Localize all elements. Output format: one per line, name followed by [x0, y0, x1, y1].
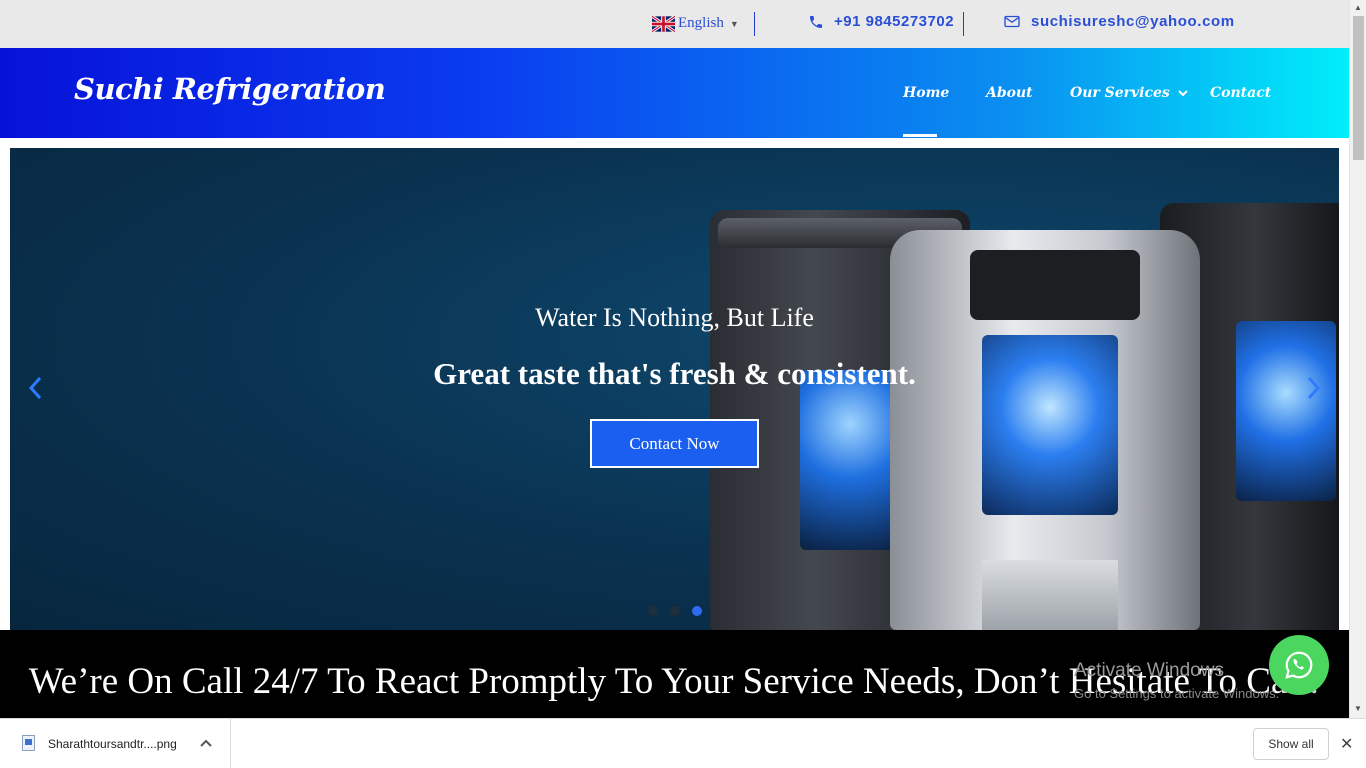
nav-active-indicator: [903, 134, 937, 137]
show-all-button[interactable]: Show all: [1253, 728, 1329, 760]
site-header: Suchi Refrigeration Home About Our Servi…: [0, 48, 1349, 138]
download-file-name: Sharathtoursandtr....png: [48, 737, 177, 751]
nav-contact[interactable]: Contact: [1210, 48, 1271, 138]
chevron-down-icon: [1178, 90, 1188, 97]
slide-caption: Water Is Nothing, But Life Great taste t…: [10, 148, 1339, 630]
phone-icon: [810, 15, 822, 28]
nav-home-label: Home: [903, 85, 950, 101]
divider: [754, 12, 755, 36]
chevron-up-icon[interactable]: [200, 739, 212, 747]
activate-windows-title: Activate Windows: [1074, 660, 1224, 681]
nav-contact-label: Contact: [1210, 85, 1272, 101]
phone-link[interactable]: +91 9845273702: [808, 13, 954, 30]
whatsapp-button[interactable]: [1269, 635, 1329, 695]
uk-flag-icon: [652, 15, 675, 32]
envelope-icon: [1004, 15, 1020, 28]
hero-slider: Water Is Nothing, But Life Great taste t…: [10, 148, 1339, 630]
scroll-up-icon[interactable]: ▲: [1354, 3, 1362, 12]
whatsapp-icon: [1285, 651, 1313, 679]
slider-dot-1[interactable]: [648, 606, 658, 616]
text-cursor: [963, 12, 964, 36]
browser-viewport: English ▼ +91 9845273702 suchisureshc@ya…: [0, 0, 1366, 768]
email-link[interactable]: suchisureshc@yahoo.com: [1004, 13, 1235, 30]
slide-subtitle: Water Is Nothing, But Life: [535, 303, 814, 332]
slider-next-button[interactable]: [1299, 373, 1329, 403]
nav-about[interactable]: About: [986, 48, 1033, 138]
nav-about-label: About: [986, 85, 1033, 101]
nav-home[interactable]: Home: [903, 48, 949, 138]
nav-our-services[interactable]: Our Services: [1070, 48, 1188, 138]
email-address: suchisureshc@yahoo.com: [1031, 13, 1235, 30]
downloads-bar: Sharathtoursandtr....png Show all ✕: [0, 718, 1366, 768]
slider-prev-button[interactable]: [20, 373, 50, 403]
slider-dot-3[interactable]: [692, 606, 702, 616]
chevron-right-icon: [1307, 376, 1321, 400]
scroll-thumb[interactable]: [1353, 16, 1364, 160]
scroll-down-icon[interactable]: ▼: [1354, 704, 1362, 713]
language-label: English: [678, 15, 724, 31]
download-item[interactable]: Sharathtoursandtr....png: [0, 719, 231, 768]
page-scrollbar[interactable]: ▲ ▼: [1349, 0, 1366, 718]
slider-indicators: [648, 606, 702, 616]
close-icon[interactable]: ✕: [1340, 734, 1353, 754]
service-banner: We’re On Call 24/7 To React Promptly To …: [0, 630, 1349, 718]
image-file-icon: [22, 735, 35, 751]
brand-logo[interactable]: Suchi Refrigeration: [74, 72, 386, 106]
phone-number: +91 9845273702: [834, 13, 955, 30]
slide-headline: Great taste that's fresh & consistent.: [433, 356, 916, 391]
nav-our-services-label: Our Services: [1070, 85, 1170, 101]
language-selector[interactable]: English ▼: [652, 15, 739, 32]
chevron-left-icon: [28, 376, 42, 400]
contact-now-button[interactable]: Contact Now: [590, 419, 759, 468]
activate-windows-subtitle: Go to Settings to activate Windows.: [1074, 686, 1280, 701]
top-bar: English ▼ +91 9845273702 suchisureshc@ya…: [0, 0, 1349, 48]
slider-dot-2[interactable]: [670, 606, 680, 616]
caret-down-icon: ▼: [729, 18, 739, 29]
